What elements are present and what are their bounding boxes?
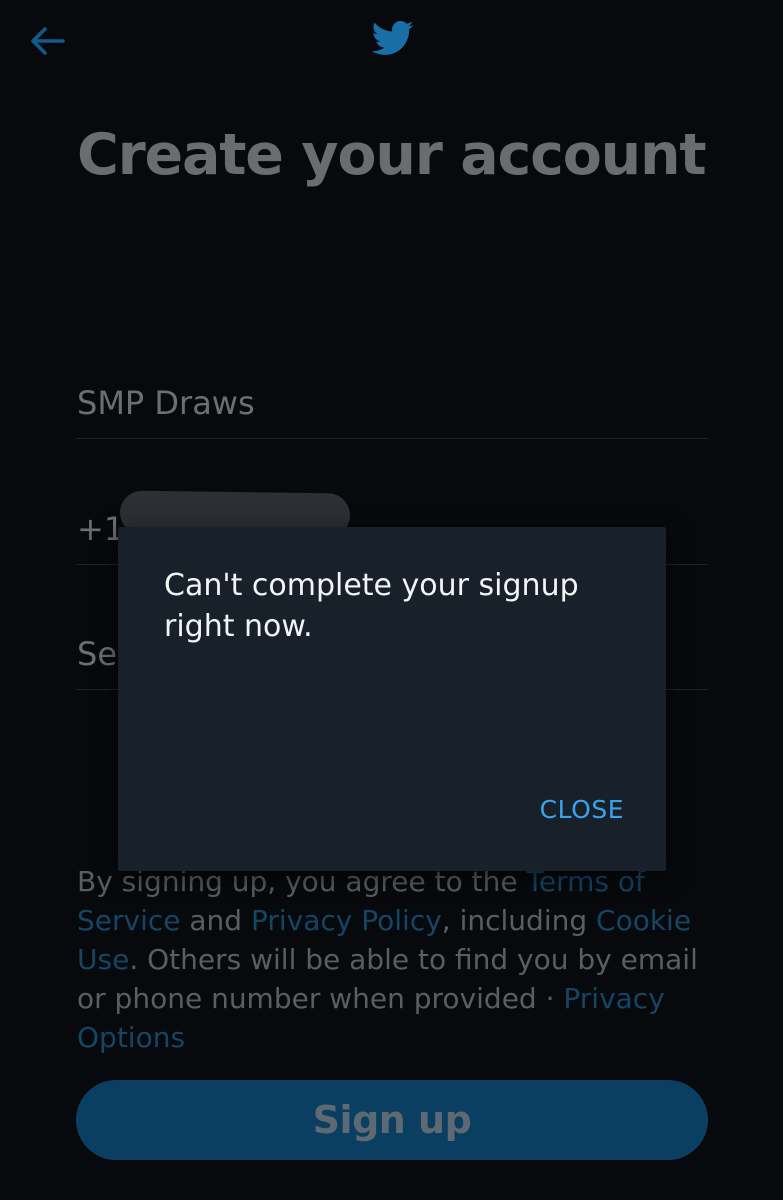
sign-up-button[interactable]: Sign up xyxy=(76,1080,708,1160)
name-field-value: SMP Draws xyxy=(77,384,255,422)
page-title: Create your account xyxy=(77,122,707,188)
legal-including: , including xyxy=(441,904,597,937)
arrow-left-icon xyxy=(31,27,65,55)
twitter-bird-icon xyxy=(371,21,414,55)
dialog-message: Can't complete your signup right now. xyxy=(164,568,579,644)
sign-up-button-label: Sign up xyxy=(312,1098,472,1142)
dialog-close-button[interactable]: CLOSE xyxy=(540,795,624,824)
back-button[interactable] xyxy=(24,18,70,64)
date-of-birth-field-text: Se xyxy=(77,635,117,673)
privacy-policy-link[interactable]: Privacy Policy xyxy=(251,904,442,937)
name-field[interactable]: SMP Draws xyxy=(76,380,708,439)
legal-and: and xyxy=(180,904,251,937)
legal-disclaimer: By signing up, you agree to the Terms of… xyxy=(77,862,707,1057)
signup-screen: Create your account SMP Draws +1 Se By s… xyxy=(0,0,783,1200)
error-dialog: Can't complete your signup right now. CL… xyxy=(118,527,666,871)
